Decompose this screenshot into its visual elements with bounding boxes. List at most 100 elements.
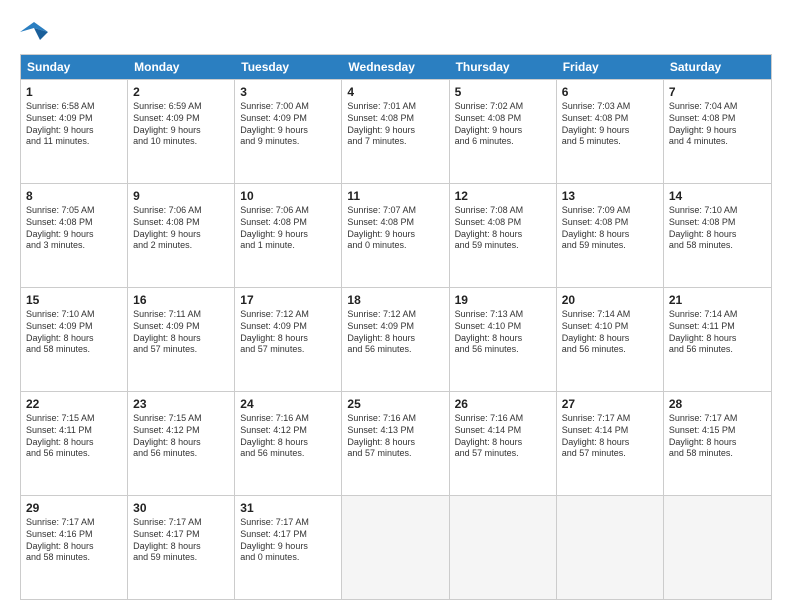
day-cell-22: 22Sunrise: 7:15 AM Sunset: 4:11 PM Dayli… [21,392,128,495]
header [20,18,772,46]
day-info: Sunrise: 7:12 AM Sunset: 4:09 PM Dayligh… [240,309,336,356]
day-cell-12: 12Sunrise: 7:08 AM Sunset: 4:08 PM Dayli… [450,184,557,287]
day-number: 6 [562,84,658,100]
day-number: 12 [455,188,551,204]
day-info: Sunrise: 7:08 AM Sunset: 4:08 PM Dayligh… [455,205,551,252]
day-cell-14: 14Sunrise: 7:10 AM Sunset: 4:08 PM Dayli… [664,184,771,287]
day-info: Sunrise: 7:05 AM Sunset: 4:08 PM Dayligh… [26,205,122,252]
day-number: 22 [26,396,122,412]
calendar: Sunday Monday Tuesday Wednesday Thursday… [20,54,772,600]
day-cell-19: 19Sunrise: 7:13 AM Sunset: 4:10 PM Dayli… [450,288,557,391]
day-number: 19 [455,292,551,308]
day-info: Sunrise: 7:16 AM Sunset: 4:13 PM Dayligh… [347,413,443,460]
day-cell-9: 9Sunrise: 7:06 AM Sunset: 4:08 PM Daylig… [128,184,235,287]
day-number: 4 [347,84,443,100]
header-wednesday: Wednesday [342,55,449,79]
day-number: 27 [562,396,658,412]
day-info: Sunrise: 7:12 AM Sunset: 4:09 PM Dayligh… [347,309,443,356]
header-thursday: Thursday [450,55,557,79]
day-info: Sunrise: 7:15 AM Sunset: 4:12 PM Dayligh… [133,413,229,460]
day-info: Sunrise: 7:07 AM Sunset: 4:08 PM Dayligh… [347,205,443,252]
day-info: Sunrise: 7:09 AM Sunset: 4:08 PM Dayligh… [562,205,658,252]
day-number: 28 [669,396,766,412]
empty-cell [557,496,664,599]
calendar-body: 1Sunrise: 6:58 AM Sunset: 4:09 PM Daylig… [21,79,771,599]
calendar-row-5: 29Sunrise: 7:17 AM Sunset: 4:16 PM Dayli… [21,495,771,599]
day-info: Sunrise: 6:59 AM Sunset: 4:09 PM Dayligh… [133,101,229,148]
day-info: Sunrise: 7:17 AM Sunset: 4:17 PM Dayligh… [240,517,336,564]
day-cell-21: 21Sunrise: 7:14 AM Sunset: 4:11 PM Dayli… [664,288,771,391]
day-info: Sunrise: 7:14 AM Sunset: 4:11 PM Dayligh… [669,309,766,356]
day-info: Sunrise: 7:00 AM Sunset: 4:09 PM Dayligh… [240,101,336,148]
day-number: 29 [26,500,122,516]
day-number: 1 [26,84,122,100]
day-number: 2 [133,84,229,100]
day-cell-7: 7Sunrise: 7:04 AM Sunset: 4:08 PM Daylig… [664,80,771,183]
day-info: Sunrise: 7:04 AM Sunset: 4:08 PM Dayligh… [669,101,766,148]
day-cell-31: 31Sunrise: 7:17 AM Sunset: 4:17 PM Dayli… [235,496,342,599]
day-number: 20 [562,292,658,308]
day-info: Sunrise: 7:14 AM Sunset: 4:10 PM Dayligh… [562,309,658,356]
day-number: 30 [133,500,229,516]
day-info: Sunrise: 7:01 AM Sunset: 4:08 PM Dayligh… [347,101,443,148]
day-info: Sunrise: 7:17 AM Sunset: 4:15 PM Dayligh… [669,413,766,460]
day-info: Sunrise: 7:16 AM Sunset: 4:14 PM Dayligh… [455,413,551,460]
header-monday: Monday [128,55,235,79]
day-number: 18 [347,292,443,308]
page: Sunday Monday Tuesday Wednesday Thursday… [0,0,792,612]
empty-cell [342,496,449,599]
day-info: Sunrise: 7:06 AM Sunset: 4:08 PM Dayligh… [133,205,229,252]
day-cell-25: 25Sunrise: 7:16 AM Sunset: 4:13 PM Dayli… [342,392,449,495]
day-number: 21 [669,292,766,308]
day-cell-23: 23Sunrise: 7:15 AM Sunset: 4:12 PM Dayli… [128,392,235,495]
day-cell-13: 13Sunrise: 7:09 AM Sunset: 4:08 PM Dayli… [557,184,664,287]
day-number: 25 [347,396,443,412]
header-sunday: Sunday [21,55,128,79]
empty-cell [450,496,557,599]
day-number: 15 [26,292,122,308]
day-info: Sunrise: 6:58 AM Sunset: 4:09 PM Dayligh… [26,101,122,148]
calendar-row-3: 15Sunrise: 7:10 AM Sunset: 4:09 PM Dayli… [21,287,771,391]
day-cell-10: 10Sunrise: 7:06 AM Sunset: 4:08 PM Dayli… [235,184,342,287]
day-info: Sunrise: 7:02 AM Sunset: 4:08 PM Dayligh… [455,101,551,148]
day-info: Sunrise: 7:17 AM Sunset: 4:16 PM Dayligh… [26,517,122,564]
day-info: Sunrise: 7:15 AM Sunset: 4:11 PM Dayligh… [26,413,122,460]
day-cell-17: 17Sunrise: 7:12 AM Sunset: 4:09 PM Dayli… [235,288,342,391]
logo-bird-icon [20,18,48,46]
day-info: Sunrise: 7:03 AM Sunset: 4:08 PM Dayligh… [562,101,658,148]
day-info: Sunrise: 7:11 AM Sunset: 4:09 PM Dayligh… [133,309,229,356]
day-number: 7 [669,84,766,100]
header-saturday: Saturday [664,55,771,79]
day-cell-26: 26Sunrise: 7:16 AM Sunset: 4:14 PM Dayli… [450,392,557,495]
day-cell-18: 18Sunrise: 7:12 AM Sunset: 4:09 PM Dayli… [342,288,449,391]
header-tuesday: Tuesday [235,55,342,79]
day-number: 16 [133,292,229,308]
day-cell-15: 15Sunrise: 7:10 AM Sunset: 4:09 PM Dayli… [21,288,128,391]
calendar-row-4: 22Sunrise: 7:15 AM Sunset: 4:11 PM Dayli… [21,391,771,495]
day-cell-4: 4Sunrise: 7:01 AM Sunset: 4:08 PM Daylig… [342,80,449,183]
calendar-row-2: 8Sunrise: 7:05 AM Sunset: 4:08 PM Daylig… [21,183,771,287]
day-number: 14 [669,188,766,204]
day-cell-16: 16Sunrise: 7:11 AM Sunset: 4:09 PM Dayli… [128,288,235,391]
day-cell-20: 20Sunrise: 7:14 AM Sunset: 4:10 PM Dayli… [557,288,664,391]
calendar-row-1: 1Sunrise: 6:58 AM Sunset: 4:09 PM Daylig… [21,79,771,183]
day-cell-27: 27Sunrise: 7:17 AM Sunset: 4:14 PM Dayli… [557,392,664,495]
day-cell-5: 5Sunrise: 7:02 AM Sunset: 4:08 PM Daylig… [450,80,557,183]
calendar-header: Sunday Monday Tuesday Wednesday Thursday… [21,55,771,79]
day-cell-8: 8Sunrise: 7:05 AM Sunset: 4:08 PM Daylig… [21,184,128,287]
day-number: 23 [133,396,229,412]
day-info: Sunrise: 7:16 AM Sunset: 4:12 PM Dayligh… [240,413,336,460]
day-number: 24 [240,396,336,412]
day-cell-29: 29Sunrise: 7:17 AM Sunset: 4:16 PM Dayli… [21,496,128,599]
day-cell-1: 1Sunrise: 6:58 AM Sunset: 4:09 PM Daylig… [21,80,128,183]
day-number: 9 [133,188,229,204]
day-cell-11: 11Sunrise: 7:07 AM Sunset: 4:08 PM Dayli… [342,184,449,287]
day-info: Sunrise: 7:06 AM Sunset: 4:08 PM Dayligh… [240,205,336,252]
day-cell-24: 24Sunrise: 7:16 AM Sunset: 4:12 PM Dayli… [235,392,342,495]
day-info: Sunrise: 7:17 AM Sunset: 4:14 PM Dayligh… [562,413,658,460]
day-info: Sunrise: 7:17 AM Sunset: 4:17 PM Dayligh… [133,517,229,564]
day-cell-30: 30Sunrise: 7:17 AM Sunset: 4:17 PM Dayli… [128,496,235,599]
day-info: Sunrise: 7:10 AM Sunset: 4:09 PM Dayligh… [26,309,122,356]
day-cell-2: 2Sunrise: 6:59 AM Sunset: 4:09 PM Daylig… [128,80,235,183]
day-cell-6: 6Sunrise: 7:03 AM Sunset: 4:08 PM Daylig… [557,80,664,183]
